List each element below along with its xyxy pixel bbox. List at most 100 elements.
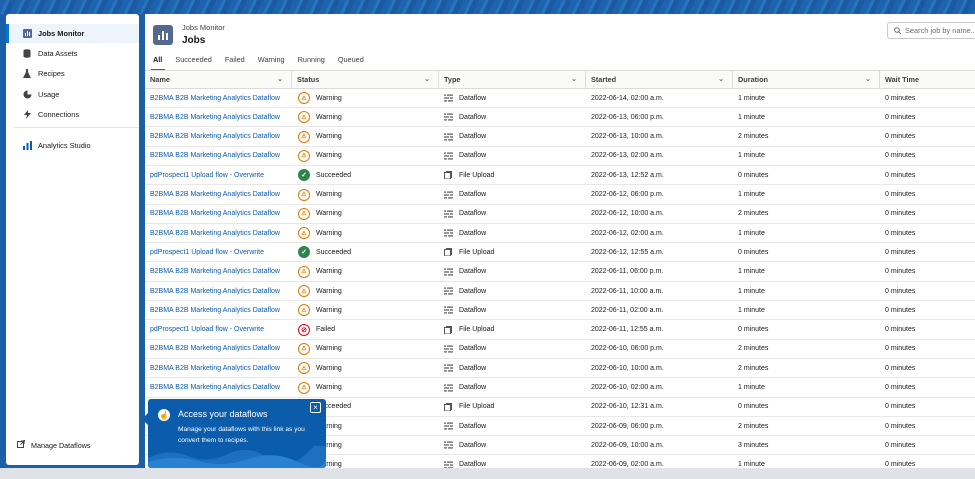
job-name-link[interactable]: B2BMA B2B Marketing Analytics Dataflow (150, 186, 280, 204)
tab-succeeded[interactable]: Succeeded (175, 55, 212, 64)
job-status: ⚠ Warning (298, 147, 342, 165)
table-row[interactable]: B2BMA B2B Marketing Analytics Dataflow ⚠ W… (145, 282, 975, 301)
tab-queued[interactable]: Queued (338, 55, 364, 64)
sidebar-item-analytics-studio[interactable]: Analytics Studio (6, 136, 139, 155)
job-status: ⚠ Warning (298, 282, 342, 300)
job-type: Dataflow (444, 224, 486, 242)
sidebar-item-connections[interactable]: Connections (6, 105, 139, 124)
job-started: 2022-06-13, 12:52 a.m. (591, 171, 664, 179)
job-name-link[interactable]: B2BMA B2B Marketing Analytics Dataflow (150, 379, 280, 397)
job-type: Dataflow (444, 128, 486, 146)
tab-warning[interactable]: Warning (258, 55, 285, 64)
status-label: Succeeded (316, 248, 352, 256)
popover-wave-decoration (148, 446, 326, 468)
job-started: 2022-06-12, 02:00 a.m. (591, 229, 664, 237)
tab-running[interactable]: Running (298, 55, 325, 64)
job-type: File Upload (444, 243, 494, 261)
dataflow-icon (444, 210, 453, 218)
table-row[interactable]: B2BMA B2B Marketing Analytics Dataflow ⚠ W… (145, 224, 975, 244)
job-status: ⚠ Warning (298, 340, 342, 358)
table-row[interactable]: B2BMA B2B Marketing Analytics Dataflow ⚠ W… (145, 186, 975, 205)
job-name-link[interactable]: B2BMA B2B Marketing Analytics Dataflow (150, 147, 280, 165)
warning-icon: ⚠ (298, 265, 310, 278)
manage-dataflows-link[interactable]: Manage Dataflows (17, 439, 91, 450)
search-input[interactable]: Search job by name... (887, 22, 975, 39)
column-header-name[interactable]: Name ⌄ (145, 71, 292, 88)
table-row[interactable]: pdProspect1 Upload flow - Overwrite ⊘ Fail… (145, 321, 975, 340)
chevron-down-icon[interactable]: ⌄ (424, 75, 430, 83)
job-name-link[interactable]: B2BMA B2B Marketing Analytics Dataflow (150, 108, 280, 126)
sidebar-item-label: Connections (38, 110, 80, 119)
status-label: Failed (316, 326, 336, 334)
job-status: ⚠ Warning (298, 359, 342, 377)
table-row[interactable]: B2BMA B2B Marketing Analytics Dataflow ⚠ W… (145, 359, 975, 379)
type-label: Dataflow (459, 268, 487, 276)
dataflow-icon (444, 268, 453, 276)
job-type: Dataflow (444, 379, 486, 397)
dataflow-icon (444, 461, 453, 468)
job-started: 2022-06-12, 12:55 a.m. (591, 248, 664, 256)
job-name-link[interactable]: pdProspect1 Upload flow - Overwrite (150, 166, 264, 184)
table-row[interactable]: B2BMA B2B Marketing Analytics Dataflow ⚠ W… (145, 89, 975, 108)
dataflow-icon (444, 191, 453, 198)
job-name-link[interactable]: B2BMA B2B Marketing Analytics Dataflow (150, 205, 280, 223)
job-name-link[interactable]: B2BMA B2B Marketing Analytics Dataflow (150, 359, 280, 377)
column-header-type[interactable]: Type ⌄ (439, 71, 586, 88)
job-duration: 1 minute (738, 306, 765, 314)
table-row[interactable]: pdProspect1 Upload flow - Overwrite ✓ Succ… (145, 166, 975, 186)
warning-icon: ⚠ (298, 111, 310, 124)
column-header-wait-time[interactable]: Wait Time (880, 71, 975, 88)
job-name-link[interactable]: B2BMA B2B Marketing Analytics Dataflow (150, 263, 280, 281)
job-type: File Upload (444, 166, 494, 184)
table-row[interactable]: B2BMA B2B Marketing Analytics Dataflow ⚠ W… (145, 205, 975, 224)
warning-icon: ⚠ (298, 227, 310, 240)
type-label: Dataflow (459, 306, 487, 314)
job-name-link[interactable]: B2BMA B2B Marketing Analytics Dataflow (150, 301, 280, 319)
dataflow-icon (444, 229, 453, 237)
job-wait-time: 0 minutes (885, 326, 916, 334)
dataflow-icon (444, 94, 453, 102)
sidebar-item-jobs-monitor[interactable]: Jobs Monitor (6, 24, 139, 43)
sidebar-item-usage[interactable]: Usage (6, 85, 139, 104)
chevron-down-icon[interactable]: ⌄ (571, 75, 577, 83)
tab-failed[interactable]: Failed (225, 55, 245, 64)
file-upload-icon (444, 248, 452, 257)
sidebar-item-recipes[interactable]: Recipes (6, 64, 139, 83)
column-header-status[interactable]: Status ⌄ (292, 71, 439, 88)
job-name-link[interactable]: B2BMA B2B Marketing Analytics Dataflow (150, 340, 280, 358)
job-name-link[interactable]: pdProspect1 Upload flow - Overwrite (150, 321, 264, 339)
sidebar-item-label: Recipes (38, 69, 65, 78)
pie-chart-icon (22, 90, 32, 100)
tab-all[interactable]: All (153, 55, 162, 64)
table-row[interactable]: B2BMA B2B Marketing Analytics Dataflow ⚠ W… (145, 379, 975, 398)
dataflow-icon (444, 306, 453, 314)
chevron-down-icon[interactable]: ⌄ (277, 75, 283, 83)
table-row[interactable]: B2BMA B2B Marketing Analytics Dataflow ⚠ W… (145, 108, 975, 128)
job-status: ⚠ Warning (298, 301, 342, 319)
success-check-icon: ✓ (298, 169, 310, 182)
dataflow-icon (444, 364, 453, 372)
chevron-down-icon[interactable]: ⌄ (865, 75, 871, 83)
table-row[interactable]: B2BMA B2B Marketing Analytics Dataflow ⚠ W… (145, 147, 975, 166)
close-icon[interactable]: × (310, 402, 321, 413)
table-row[interactable]: pdProspect1 Upload flow - Overwrite ✓ Succ… (145, 243, 975, 263)
job-name-link[interactable]: B2BMA B2B Marketing Analytics Dataflow (150, 128, 280, 146)
sidebar-item-data-assets[interactable]: Data Assets (6, 44, 139, 63)
table-header: Name ⌄ Status ⌄ Type ⌄ Started ⌄ Duration ⌄ W… (145, 70, 975, 89)
chevron-down-icon[interactable]: ⌄ (718, 75, 724, 83)
job-name-link[interactable]: B2BMA B2B Marketing Analytics Dataflow (150, 224, 280, 242)
status-label: Warning (316, 345, 342, 353)
job-name-link[interactable]: B2BMA B2B Marketing Analytics Dataflow (150, 89, 280, 107)
column-header-duration[interactable]: Duration ⌄ (733, 71, 880, 88)
job-name-link[interactable]: pdProspect1 Upload flow - Overwrite (150, 243, 264, 261)
table-row[interactable]: B2BMA B2B Marketing Analytics Dataflow ⚠ W… (145, 263, 975, 282)
status-label: Warning (316, 210, 342, 218)
table-row[interactable]: B2BMA B2B Marketing Analytics Dataflow ⚠ W… (145, 301, 975, 321)
job-wait-time: 0 minutes (885, 229, 916, 237)
type-label: Dataflow (459, 461, 487, 468)
job-name-link[interactable]: B2BMA B2B Marketing Analytics Dataflow (150, 282, 280, 300)
table-row[interactable]: B2BMA B2B Marketing Analytics Dataflow ⚠ W… (145, 128, 975, 147)
job-duration: 2 minutes (738, 210, 769, 218)
table-row[interactable]: B2BMA B2B Marketing Analytics Dataflow ⚠ W… (145, 340, 975, 359)
column-header-started[interactable]: Started ⌄ (586, 71, 733, 88)
